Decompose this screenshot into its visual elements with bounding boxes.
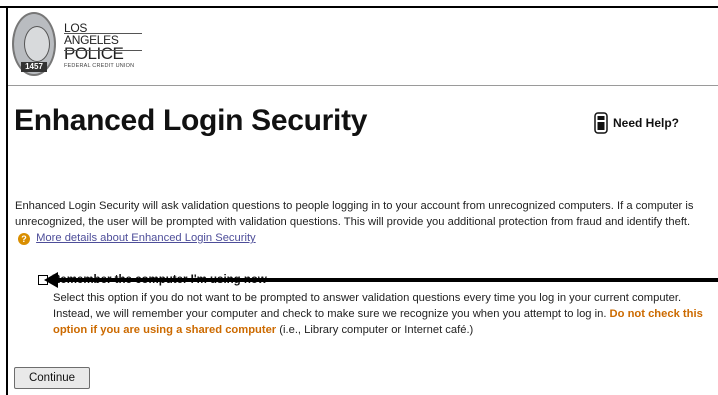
phone-icon bbox=[594, 112, 608, 134]
credit-union-logo-text: LOS ANGELES POLICE FEDERAL CREDIT UNION bbox=[64, 22, 144, 70]
more-details-link[interactable]: More details about Enhanced Login Securi… bbox=[36, 232, 256, 244]
seal-number: 1457 bbox=[21, 62, 47, 72]
question-icon[interactable]: ? bbox=[18, 233, 30, 245]
police-seal-logo: 1457 bbox=[12, 12, 56, 76]
seal-badge-icon bbox=[24, 26, 50, 62]
need-help-label: Need Help? bbox=[613, 116, 680, 130]
shared-computer-note: (i.e., Library computer or Internet café… bbox=[279, 324, 474, 336]
logo-line-police: POLICE bbox=[64, 44, 124, 63]
intro-text: Enhanced Login Security will ask validat… bbox=[15, 200, 694, 228]
page-title: Enhanced Login Security bbox=[14, 104, 368, 137]
intro-paragraph: Enhanced Login Security will ask validat… bbox=[15, 198, 710, 246]
arrow-icon bbox=[44, 272, 718, 288]
continue-button[interactable]: Continue bbox=[14, 367, 90, 389]
need-help-link[interactable]: Need Help? bbox=[594, 111, 679, 135]
logo-divider bbox=[64, 33, 142, 34]
logo-line-los-angeles: LOS ANGELES bbox=[64, 21, 119, 47]
remember-description-text: Select this option if you do not want to… bbox=[53, 292, 682, 320]
remember-description: Select this option if you do not want to… bbox=[53, 290, 717, 338]
header-divider bbox=[8, 85, 718, 86]
logo-divider bbox=[64, 50, 142, 51]
logo-line-federal-credit-union: FEDERAL CREDIT UNION bbox=[64, 63, 135, 69]
